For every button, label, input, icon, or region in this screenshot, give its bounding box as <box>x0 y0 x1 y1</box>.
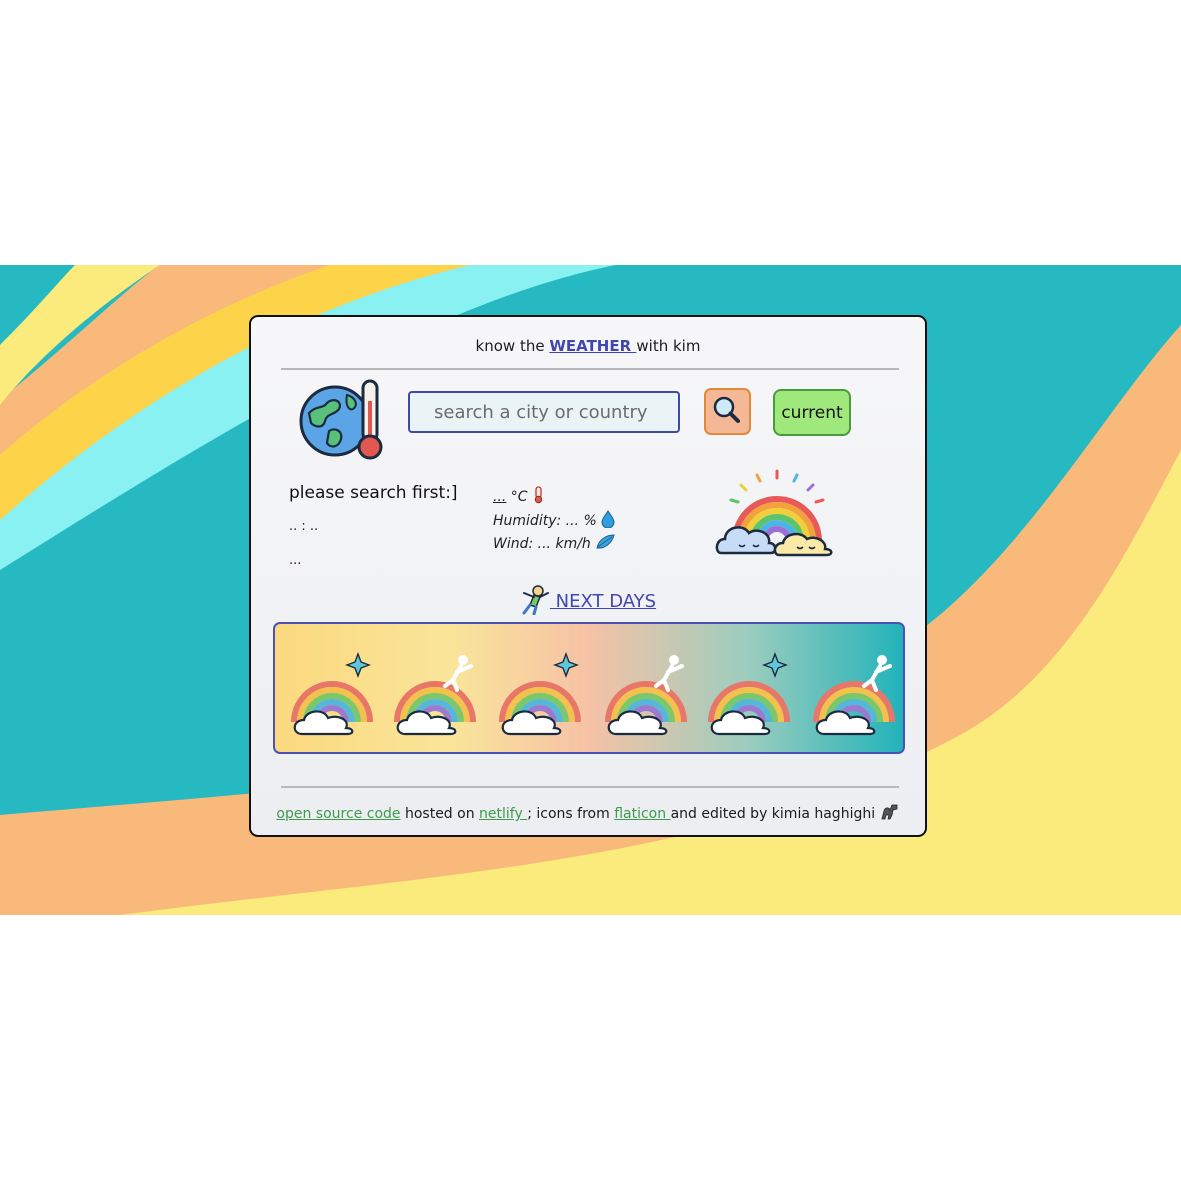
search-input[interactable] <box>408 391 680 433</box>
top-divider <box>281 368 899 370</box>
search-button[interactable] <box>704 388 751 435</box>
forecast-day-icon <box>394 655 476 736</box>
forecast-day-icon <box>605 655 687 736</box>
forecast-day-icon <box>499 652 581 736</box>
weather-card: know the WEATHER with kim current please… <box>249 315 927 837</box>
humidity-text: Humidity: ... % <box>493 513 597 529</box>
source-code-link[interactable]: open source code <box>276 806 400 822</box>
thermometer-icon <box>534 486 543 504</box>
title-prefix: know the <box>475 337 550 355</box>
next-days-link[interactable]: NEXT DAYS <box>550 591 656 612</box>
droplet-icon <box>601 510 615 529</box>
current-location-button[interactable]: current <box>773 389 851 436</box>
footer-text-hosted: hosted on <box>400 806 480 822</box>
page-title: know the WEATHER with kim <box>251 337 925 355</box>
forecast-strip <box>273 622 905 754</box>
wind-text: Wind: ... km/h <box>493 536 591 552</box>
footer-text-credit: and edited by kimia haghighi <box>670 806 876 822</box>
temperature-line: ... °C <box>493 486 544 505</box>
stretching-kid-icon <box>522 585 549 616</box>
rainbow-clouds-icon <box>715 469 833 557</box>
globe-thermometer-icon <box>299 379 383 460</box>
forecast-day-icon <box>708 652 790 736</box>
forecast-illustrations <box>291 652 895 736</box>
wind-leaf-icon <box>596 534 615 549</box>
netlify-link[interactable]: netlify <box>479 806 527 822</box>
next-days-heading: NEXT DAYS <box>251 583 925 616</box>
magnifier-icon <box>713 396 740 423</box>
flaticon-link[interactable]: flaticon <box>614 806 670 822</box>
city-name: please search first:] <box>289 483 458 503</box>
bottom-divider <box>281 786 899 788</box>
footer: open source code hosted on netlify ; ico… <box>251 803 925 822</box>
date-time: .. : .. <box>289 519 319 534</box>
title-suffix: with kim <box>636 337 701 355</box>
dinosaur-icon <box>881 804 897 820</box>
footer-text-icons: ; icons from <box>527 806 615 822</box>
humidity-line: Humidity: ... % <box>493 510 615 529</box>
forecast-day-icon <box>291 652 373 736</box>
weather-description: ... <box>289 553 302 568</box>
wind-line: Wind: ... km/h <box>493 533 615 552</box>
forecast-day-icon <box>813 655 895 736</box>
weather-link[interactable]: WEATHER <box>549 337 636 355</box>
temperature-unit: °C <box>506 489 528 505</box>
temperature-value: ... <box>493 489 507 505</box>
